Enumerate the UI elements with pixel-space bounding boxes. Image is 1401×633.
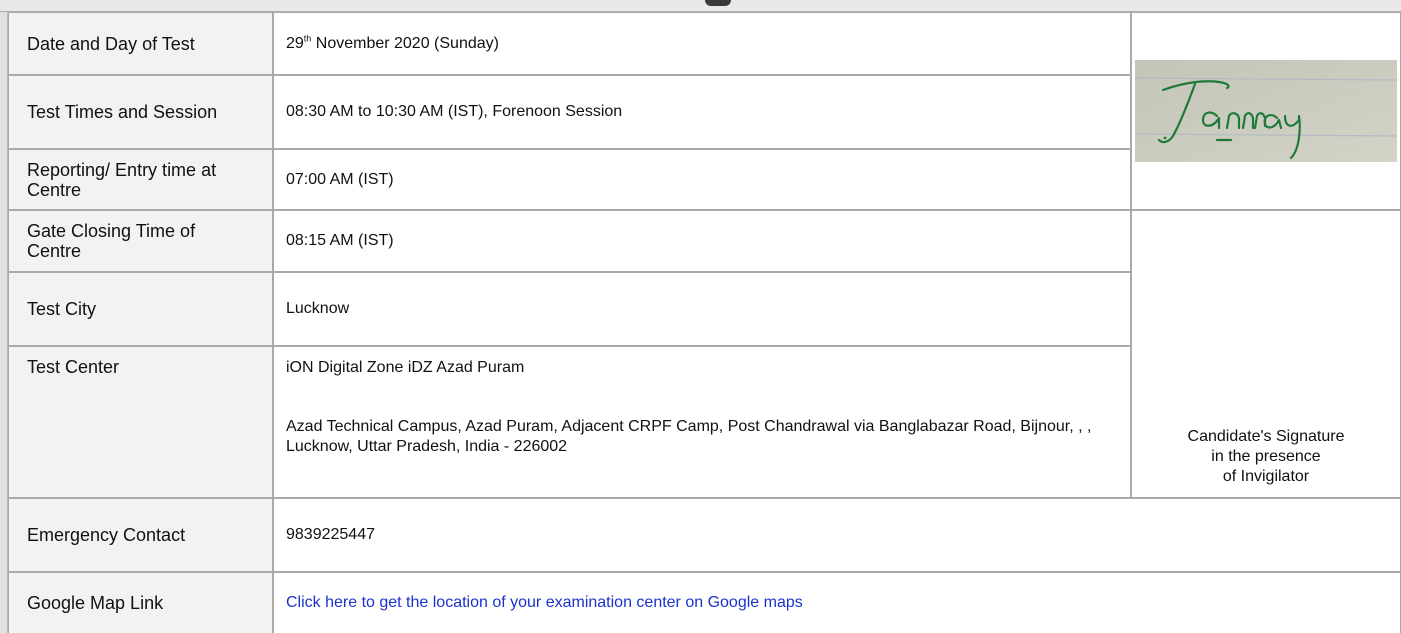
value-google-map: Click here to get the location of your e… <box>273 572 1401 633</box>
signature-image-cell <box>1131 12 1401 210</box>
value-test-times: 08:30 AM to 10:30 AM (IST), Forenoon Ses… <box>273 75 1131 149</box>
label-gate-closing-text: Gate Closing Time of Centre <box>27 221 196 261</box>
label-test-times-text: Test Times and Session <box>27 102 218 122</box>
signature-caption-line1: Candidate's Signature <box>1187 428 1345 445</box>
label-google-map-text: Google Map Link <box>27 593 164 613</box>
value-gate-closing: 08:15 AM (IST) <box>273 210 1131 272</box>
label-reporting-time: Reporting/ Entry time at Centre <box>8 149 273 210</box>
candidate-signature-image <box>1135 60 1397 162</box>
value-test-city-text: Lucknow <box>286 300 350 317</box>
google-map-link[interactable]: Click here to get the location of your e… <box>286 594 803 612</box>
label-date-day: Date and Day of Test <box>8 12 273 75</box>
label-test-center: Test Center <box>8 346 273 498</box>
value-test-city: Lucknow <box>273 272 1131 346</box>
label-date-day-text: Date and Day of Test <box>27 33 195 54</box>
label-gate-closing: Gate Closing Time of Centre <box>8 210 273 272</box>
label-test-times: Test Times and Session <box>8 75 273 149</box>
value-gate-closing-text: 08:15 AM (IST) <box>286 232 394 249</box>
test-center-name: iON Digital Zone iDZ Azad Puram <box>286 359 525 376</box>
date-rest: November 2020 (Sunday) <box>311 34 499 52</box>
label-test-center-text: Test Center <box>27 357 120 377</box>
value-reporting-time: 07:00 AM (IST) <box>273 149 1131 210</box>
value-date-day: 29th November 2020 (Sunday) <box>273 12 1131 75</box>
value-emergency-contact-text: 9839225447 <box>286 526 375 543</box>
test-center-address: Azad Technical Campus, Azad Puram, Adjac… <box>286 418 1092 455</box>
label-test-city: Test City <box>8 272 273 346</box>
value-emergency-contact: 9839225447 <box>273 498 1401 572</box>
signature-caption-line2: in the presence <box>1211 448 1321 465</box>
value-test-center: iON Digital Zone iDZ Azad Puram Azad Tec… <box>273 346 1131 498</box>
label-emergency-contact: Emergency Contact <box>8 498 273 572</box>
label-test-city-text: Test City <box>27 299 97 319</box>
label-google-map: Google Map Link <box>8 572 273 633</box>
value-reporting-time-text: 07:00 AM (IST) <box>286 170 394 188</box>
signature-caption-cell: Candidate's Signature in the presence of… <box>1131 210 1401 498</box>
label-reporting-time-text: Reporting/ Entry time at Centre <box>27 159 217 200</box>
signature-caption-line3: of Invigilator <box>1222 468 1310 485</box>
header-remnant <box>705 0 731 6</box>
value-test-times-text: 08:30 AM to 10:30 AM (IST), Forenoon Ses… <box>286 103 623 120</box>
page-left-frame <box>0 0 8 633</box>
value-date-day-text: 29th November 2020 (Sunday) <box>286 34 499 53</box>
page-top-edge <box>0 0 1401 12</box>
label-emergency-contact-text: Emergency Contact <box>27 525 186 545</box>
date-day-number: 29 <box>286 34 304 52</box>
